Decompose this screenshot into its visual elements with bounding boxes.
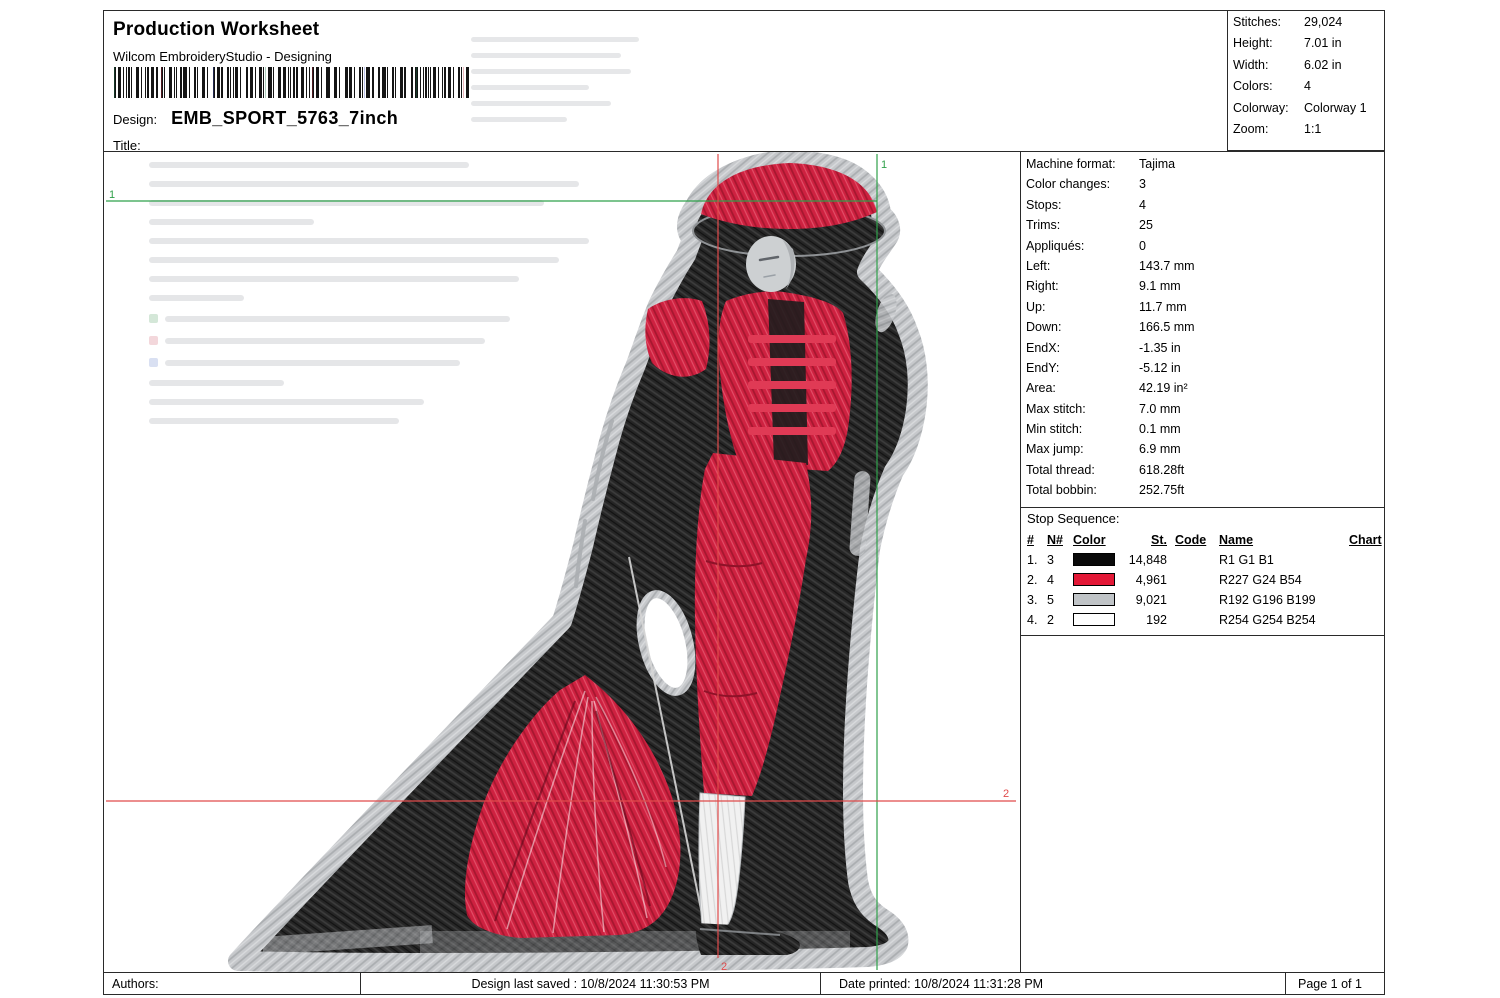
design-label: Design: — [113, 112, 158, 127]
summary-row: Zoom: 1:1 — [1233, 121, 1322, 136]
stop-sequence-title: Stop Sequence: — [1027, 510, 1120, 526]
design-name: EMB_SPORT_5763_7inch — [171, 108, 399, 128]
stop-sequence-header: # N# Color St. Code Name Chart — [1027, 532, 1382, 547]
machine-info-row: Area: 42.19 in² — [1026, 381, 1188, 396]
summary-row: Height: 7.01 in — [1233, 36, 1342, 51]
machine-info-row: Trims: 25 — [1026, 218, 1153, 233]
machine-info-list: Machine format: Tajima Color changes: 3 St… — [1021, 152, 1384, 504]
machine-info-row: Appliqués: 0 — [1026, 238, 1146, 253]
design-canvas: 1 1 2 2 — [104, 152, 1020, 972]
end-marker-label-right: 2 — [1003, 788, 1009, 800]
shoulder-patch — [645, 298, 710, 377]
start-marker-label-top: 1 — [881, 159, 887, 171]
machine-info-row: Min stitch: 0.1 mm — [1026, 422, 1181, 437]
stop-sequence-section: Stop Sequence: # N# Color St. Code Name … — [1021, 506, 1384, 636]
machine-info-row: Color changes: 3 — [1026, 177, 1146, 192]
color-swatch — [1073, 573, 1115, 587]
design-barcode — [114, 67, 470, 98]
start-marker-label-left: 1 — [109, 189, 115, 201]
color-swatch — [1073, 613, 1115, 627]
stop-sequence-row: 2. 4 4,961 R227 G24 B54 — [1027, 572, 1302, 587]
machine-info-row: Machine format: Tajima — [1026, 157, 1176, 171]
summary-row: Colors: 4 — [1233, 79, 1311, 94]
machine-info-row: Total bobbin: 252.75ft — [1026, 483, 1185, 498]
worksheet-page: Production Worksheet Wilcom EmbroiderySt… — [103, 10, 1385, 995]
design-summary-box: Stitches: 29,024 Height: 7.01 in Width: 6.0… — [1227, 11, 1384, 151]
machine-info-row: EndY: -5.12 in — [1026, 360, 1181, 375]
worksheet-footer: Authors: Design last saved : 10/8/2024 1… — [104, 972, 1384, 994]
app-subtitle: Wilcom EmbroideryStudio - Designing — [113, 49, 332, 64]
machine-info-row: Left: 143.7 mm — [1026, 258, 1195, 273]
color-swatch — [1073, 593, 1115, 607]
color-swatch — [1073, 553, 1115, 567]
design-row: Design: EMB_SPORT_5763_7inch — [113, 108, 398, 129]
machine-info-row: Right: 9.1 mm — [1026, 279, 1181, 294]
stop-sequence-row: 3. 5 9,021 R192 G196 B199 — [1027, 592, 1316, 607]
matador-figure — [228, 152, 928, 972]
date-printed-text: Date printed: 10/8/2024 11:31:28 PM — [821, 973, 1286, 994]
machine-info-row: Up: 11.7 mm — [1026, 299, 1187, 314]
info-panel: Machine format: Tajima Color changes: 3 St… — [1020, 152, 1384, 973]
stop-sequence-row: 4. 2 192 R254 G254 B254 — [1027, 612, 1316, 627]
embroidery-design: 1 1 2 2 — [106, 152, 1016, 972]
machine-info-row: Max stitch: 7.0 mm — [1026, 401, 1181, 416]
machine-info-row: Stops: 4 — [1026, 197, 1146, 212]
authors-label: Authors: — [104, 973, 361, 994]
page-number: Page 1 of 1 — [1298, 976, 1362, 991]
machine-info-row: Max jump: 6.9 mm — [1026, 442, 1181, 457]
machine-info-row: Total thread: 618.28ft — [1026, 462, 1185, 477]
print-showthrough-artifact — [471, 37, 639, 122]
stop-sequence-row: 1. 3 14,848 R1 G1 B1 — [1027, 552, 1274, 567]
summary-row: Stitches: 29,024 — [1233, 15, 1343, 29]
summary-row: Width: 6.02 in — [1233, 57, 1342, 72]
summary-row: Colorway: Colorway 1 — [1233, 100, 1367, 115]
machine-info-row: Down: 166.5 mm — [1026, 320, 1195, 335]
machine-info-row: EndX: -1.35 in — [1026, 340, 1181, 355]
page-title: Production Worksheet — [113, 19, 320, 40]
last-saved-text: Design last saved : 10/8/2024 11:30:53 P… — [361, 973, 821, 994]
end-marker-label-bottom: 2 — [721, 961, 727, 972]
